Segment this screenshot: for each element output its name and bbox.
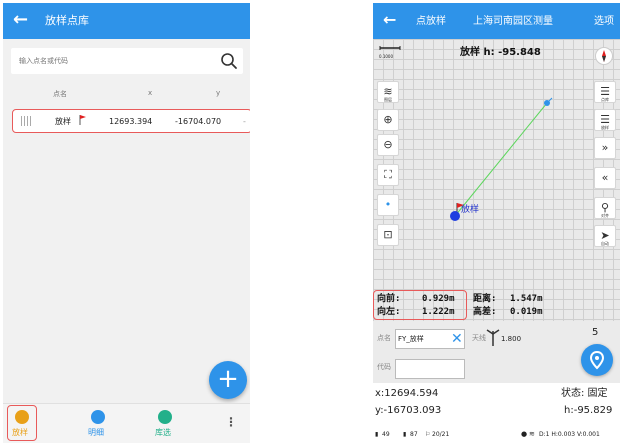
column-header-x: x	[148, 89, 153, 97]
status-x: x:12694.594	[375, 388, 439, 399]
page-title: 放样点库	[45, 14, 89, 27]
add-point-button[interactable]: +	[209, 361, 247, 399]
row-x-value: 12693.394	[109, 117, 153, 126]
arrow-left-icon[interactable]: ←	[13, 9, 28, 31]
nav-label-library: 库选	[155, 428, 171, 437]
nav-item-stakeout[interactable]: 放样	[7, 405, 37, 441]
precision-readout: D:1 H:0.003 V:0.001	[539, 431, 600, 438]
map-view[interactable]: 0.1000 放样 h: -95.848 ≋ 图层 ⊕ ⊖ ⛶ • ⊡ ☰ 点库…	[373, 39, 620, 321]
row-point-name: 放样	[55, 117, 71, 126]
antenna-icon	[486, 329, 500, 346]
status-panel: x:12694.594 y:-16703.093 状态: 固定 h:-95.82…	[373, 383, 620, 427]
distance-label: 距离:	[473, 294, 497, 304]
library-icon	[158, 410, 172, 424]
project-title: 上海司南园区测量	[473, 16, 553, 27]
point-library-screen: ← 放样点库 点名 x y 放样 12693.394 -16704.070 - …	[3, 3, 250, 443]
point-form: 点名 FY_放样 ✕ 天线 1.800 代码 5	[373, 321, 620, 383]
stakeout-guide-svg	[450, 97, 553, 221]
name-field[interactable]: FY_放样 ✕	[395, 329, 465, 349]
row-y-value: -16704.070	[175, 117, 222, 126]
bottom-nav: 放样 明细 库选 ⋮	[3, 403, 250, 443]
app-bar: ← 点放样 上海司南园区测量 选项	[373, 3, 620, 39]
mode-title: 点放样	[416, 16, 446, 27]
more-vertical-icon[interactable]: ⋮	[225, 415, 237, 429]
guide-line	[454, 102, 548, 217]
nav-item-details[interactable]: 明细	[83, 405, 113, 441]
details-icon	[91, 410, 105, 424]
app-bar: ← 放样点库	[3, 3, 250, 39]
column-header-name: 点名	[53, 90, 67, 98]
stake-point-button[interactable]	[581, 344, 613, 376]
satellite-icon: ⚐	[425, 431, 431, 438]
name-field-value: FY_放样	[398, 335, 424, 343]
code-field-label: 代码	[377, 363, 391, 371]
stakeout-icon	[15, 410, 29, 424]
stakeout-readout: 向前: 0.929m 向左: 1.222m 距离: 1.547m 高差: 0.0…	[373, 289, 620, 321]
forward-value: 0.929m	[422, 294, 455, 304]
target-point-label: 放样	[461, 205, 480, 215]
search-box	[11, 48, 243, 74]
target-point-marker	[450, 211, 460, 221]
code-field[interactable]	[395, 359, 465, 379]
nav-label-stakeout: 放样	[12, 428, 28, 437]
status-y: y:-16703.093	[375, 405, 442, 416]
left-value: 1.222m	[422, 307, 455, 317]
drag-handle-icon[interactable]	[21, 116, 33, 126]
column-header-y: y	[216, 89, 221, 97]
clear-icon[interactable]: ✕	[451, 330, 463, 348]
flag-icon	[79, 115, 86, 125]
point-counter: 5	[592, 327, 599, 338]
heading-tick	[548, 97, 553, 102]
distance-value: 1.547m	[510, 294, 543, 304]
antenna-value[interactable]: 1.800	[501, 335, 521, 344]
search-input[interactable]	[19, 53, 209, 69]
options-menu[interactable]: 选项	[594, 14, 614, 30]
nav-item-library[interactable]: 库选	[150, 405, 180, 441]
wifi-icon: ≋	[529, 430, 535, 438]
device-status-bar: ▮ 49 ▮ 87 ⚐ 20/21 ● ≋ D:1 H:0.003 V:0.00…	[373, 427, 620, 443]
forward-label: 向前:	[377, 294, 401, 304]
height-diff-value: 0.019m	[510, 307, 543, 317]
record-icon: ●	[521, 430, 528, 438]
antenna-label: 天线	[472, 334, 486, 342]
name-field-label: 点名	[377, 334, 391, 342]
status-h: h:-95.829	[564, 405, 613, 416]
row-dash: -	[243, 117, 246, 126]
battery2-level: 87	[410, 431, 418, 438]
search-icon[interactable]	[219, 51, 239, 71]
battery-level: 49	[382, 431, 390, 438]
satellite-count: 20/21	[432, 431, 450, 438]
arrow-left-icon[interactable]: ←	[383, 12, 396, 28]
location-pin-icon	[589, 350, 605, 370]
table-row[interactable]: 放样 12693.394 -16704.070 -	[12, 109, 250, 133]
battery2-icon: ▮	[403, 431, 407, 438]
height-diff-label: 高差:	[473, 307, 497, 317]
stakeout-screen: ← 点放样 上海司南园区测量 选项 0.1000 放样 h: -95.848 ≋…	[373, 3, 620, 443]
left-label: 向左:	[377, 307, 401, 317]
fix-state: 状态: 固定	[561, 388, 608, 399]
battery-icon: ▮	[375, 431, 379, 438]
nav-label-details: 明细	[88, 428, 104, 437]
